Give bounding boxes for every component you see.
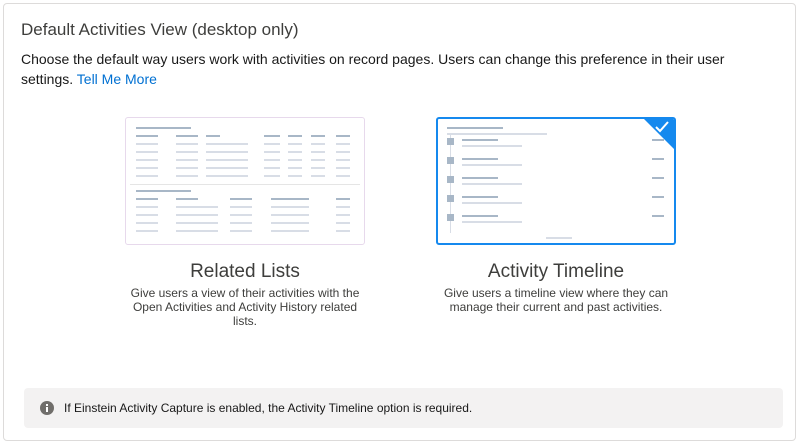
tell-me-more-link[interactable]: Tell Me More xyxy=(77,71,157,87)
activity-timeline-title: Activity Timeline xyxy=(487,261,625,282)
checkmark-icon xyxy=(655,121,669,133)
activity-timeline-preview-icon xyxy=(447,127,664,239)
info-icon xyxy=(40,401,54,415)
related-lists-description: Give users a view of their activities wi… xyxy=(130,286,360,328)
activity-timeline-description: Give users a timeline view where they ca… xyxy=(443,286,669,314)
related-lists-title: Related Lists xyxy=(190,261,300,282)
activity-timeline-thumbnail[interactable] xyxy=(436,117,676,245)
related-lists-preview-icon xyxy=(130,127,360,232)
section-title: Default Activities View (desktop only) xyxy=(21,20,299,39)
notice-text: If Einstein Activity Capture is enabled,… xyxy=(64,401,473,415)
option-activity-timeline[interactable]: Activity Timeline Give users a timeline … xyxy=(436,117,676,314)
activities-view-panel: Default Activities View (desktop only) C… xyxy=(3,3,796,441)
option-related-lists[interactable]: Related Lists Give users a view of their… xyxy=(125,117,365,328)
related-lists-thumbnail[interactable] xyxy=(125,117,365,245)
einstein-notice: If Einstein Activity Capture is enabled,… xyxy=(24,388,783,428)
section-description: Choose the default way users work with a… xyxy=(21,49,776,89)
